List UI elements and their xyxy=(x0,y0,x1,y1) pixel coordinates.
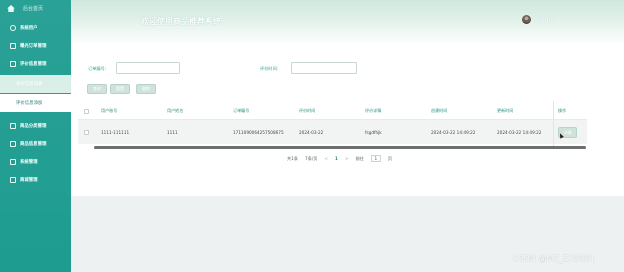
pagination: 共1条 7条/页 < 1 > 前往 1 页 xyxy=(287,155,392,162)
cell-user-account: 1111-111111 xyxy=(101,130,130,135)
goto-label: 前往 xyxy=(355,155,364,161)
sidebar-item-mall[interactable]: 商城管理 xyxy=(0,171,71,189)
col-header: 创建时间 xyxy=(431,108,448,113)
cell-review-detail: fsgdfhjk xyxy=(365,130,382,135)
sidebar-item-products[interactable]: 商品信息管理 xyxy=(0,135,71,153)
next-page-button[interactable]: > xyxy=(345,156,349,161)
sidebar-item-reviews[interactable]: 评价信息管理 xyxy=(0,55,71,73)
sidebar-item-label: 商品信息管理 xyxy=(20,142,47,147)
sidebar-item-categories[interactable]: 商品分类管理 xyxy=(0,117,71,135)
sidebar-subitem-review-list[interactable]: 评价信息列表 xyxy=(0,75,71,93)
sidebar-item-orders[interactable]: 曝光订单管理 xyxy=(0,37,71,55)
select-all-checkbox[interactable] xyxy=(84,109,89,114)
username: admin xyxy=(534,15,555,24)
page-title: 欢迎使用商品推荐系统 xyxy=(141,17,221,26)
table-header: 用户账号 用户姓名 订单编号 评价时间 评价详情 创建时间 更新时间 操作 xyxy=(78,101,587,120)
col-header: 用户账号 xyxy=(101,108,118,113)
sidebar-subitem-label: 评价信息添加 xyxy=(16,101,43,106)
sidebar: 后台首页 系统用户 曝光订单管理 评价信息管理 评价信息列表 评价信息添加 商品… xyxy=(0,0,71,272)
cell-created-at: 2024-03-22 14:49:22 xyxy=(431,130,476,135)
reset-button[interactable]: 重置 xyxy=(110,84,130,94)
sidebar-item-label: 商城管理 xyxy=(20,178,38,183)
order-no-label: 订单编号: xyxy=(88,66,107,71)
avatar xyxy=(522,15,531,24)
page-size-select[interactable]: 7条/页 xyxy=(305,156,317,162)
doc-icon xyxy=(10,159,16,165)
app-window: 后台首页 系统用户 曝光订单管理 评价信息管理 评价信息列表 评价信息添加 商品… xyxy=(0,0,624,272)
sidebar-subitem-review-add[interactable]: 评价信息添加 xyxy=(0,94,71,112)
page-number[interactable]: 1 xyxy=(335,156,338,161)
review-time-input[interactable] xyxy=(291,62,357,74)
cell-order-no: 1711090064257508675 xyxy=(233,130,284,135)
goto-page-value: 1 xyxy=(374,156,378,161)
sidebar-item-system-users[interactable]: 系统用户 xyxy=(0,19,71,37)
home-icon xyxy=(7,4,15,12)
sidebar-header[interactable]: 后台首页 xyxy=(0,0,71,16)
col-header: 评价详情 xyxy=(365,108,382,113)
col-header: 订单编号 xyxy=(233,108,250,113)
pagination-total: 共1条 xyxy=(287,155,299,161)
review-time-label: 评价时间: xyxy=(260,66,279,71)
doc-icon xyxy=(10,43,16,49)
page-suffix: 页 xyxy=(387,155,393,161)
cell-updated-at: 2024-03-22 14:49:22 xyxy=(497,130,542,135)
action-column xyxy=(553,101,587,146)
order-no-input[interactable] xyxy=(116,62,180,74)
sidebar-subitem-label: 评价信息列表 xyxy=(16,82,43,87)
col-header: 更新时间 xyxy=(497,108,514,113)
sidebar-item-label: 曝光订单管理 xyxy=(20,44,47,49)
horizontal-scrollbar[interactable] xyxy=(94,146,586,149)
sidebar-item-system[interactable]: 系统管理 xyxy=(0,153,71,171)
col-header: 评价时间 xyxy=(299,108,316,113)
sidebar-item-label: 系统用户 xyxy=(20,26,38,31)
sidebar-brand: 后台首页 xyxy=(23,5,44,12)
col-header: 用户姓名 xyxy=(167,108,184,113)
doc-icon xyxy=(10,61,16,67)
search-button[interactable]: 查询 xyxy=(87,84,107,94)
cell-review-time: 2024-03-22 xyxy=(299,130,324,135)
doc-icon xyxy=(10,141,16,147)
delete-button[interactable]: 删除 xyxy=(136,84,156,94)
sidebar-item-label: 系统管理 xyxy=(20,160,38,165)
sidebar-item-label: 评价信息管理 xyxy=(20,62,47,67)
prev-page-button[interactable]: < xyxy=(325,156,329,161)
sidebar-item-label: 商品分类管理 xyxy=(20,124,47,129)
table-row: 1111-111111 1111 1711090064257508675 202… xyxy=(78,120,587,144)
goto-page-input[interactable]: 1 xyxy=(370,155,381,162)
row-checkbox[interactable] xyxy=(84,130,89,135)
doc-icon xyxy=(10,123,16,129)
user-menu[interactable]: admin xyxy=(522,15,554,24)
heart-icon xyxy=(10,25,16,31)
doc-icon xyxy=(10,177,16,183)
watermark: CSDN @MZ_ZXD001 xyxy=(513,254,596,263)
cell-user-name: 1111 xyxy=(167,130,178,135)
